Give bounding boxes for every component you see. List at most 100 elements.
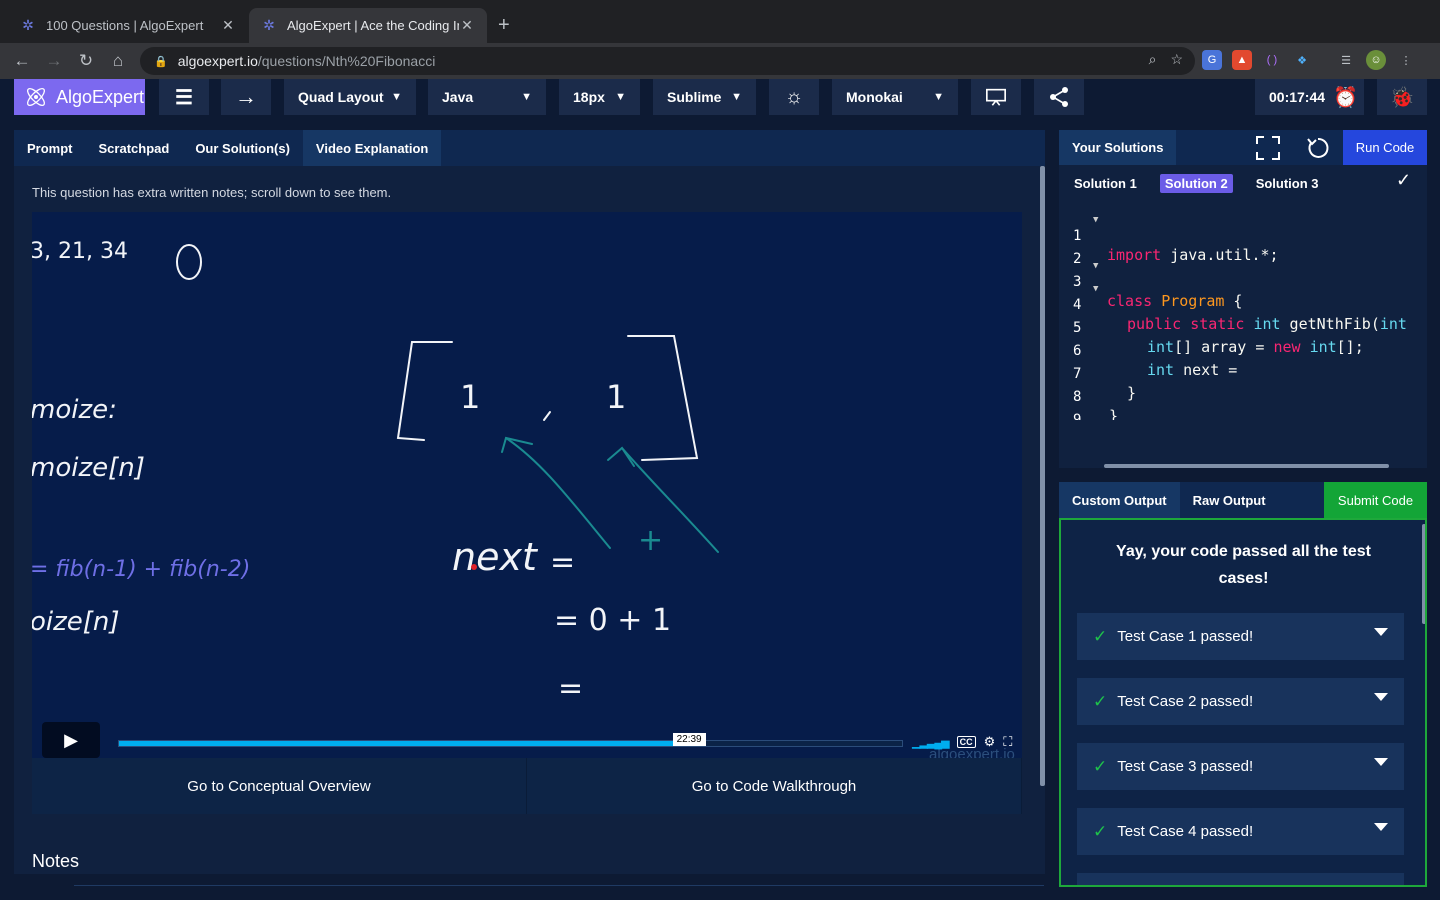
font-size-select[interactable]: 18px ▼: [559, 79, 640, 115]
chevron-down-icon[interactable]: [1374, 823, 1388, 831]
tab-solution-3[interactable]: Solution 3: [1251, 174, 1324, 193]
volume-icon[interactable]: ▁▂▃▄▅: [912, 736, 950, 749]
more-menu-icon[interactable]: ⋮: [1396, 50, 1416, 70]
tab-prompt[interactable]: Prompt: [14, 130, 86, 166]
code-line: 8 }: [1059, 371, 1427, 420]
code-line: 1 ▼ import java.util.*;: [1059, 210, 1427, 264]
reset-icon[interactable]: [1305, 135, 1331, 161]
tab-our-solutions[interactable]: Our Solution(s): [182, 130, 303, 166]
browser-tab-active[interactable]: ✲ AlgoExpert | Ace the Coding In ✕: [249, 8, 487, 43]
solution-tabs: Solution 1 Solution 2 Solution 3: [1069, 174, 1324, 193]
close-tab-icon[interactable]: ✕: [459, 17, 475, 34]
prompt-scrollbar[interactable]: [1040, 166, 1045, 786]
light-mode-button[interactable]: ☼: [769, 79, 819, 115]
fold-arrow-icon[interactable]: ▼: [1093, 215, 1098, 225]
test-case-label: Test Case 2 passed!: [1117, 693, 1254, 710]
code-line: 5 int[] array = new int[];: [1059, 302, 1427, 356]
language-select[interactable]: Java ▼: [428, 79, 546, 115]
close-tab-icon[interactable]: ✕: [220, 17, 236, 34]
play-button[interactable]: ▶: [42, 722, 100, 758]
keybinding-select[interactable]: Sublime ▼: [653, 79, 756, 115]
new-tab-icon[interactable]: +: [498, 14, 510, 37]
tab-solution-2[interactable]: Solution 2: [1159, 174, 1233, 193]
video-player[interactable]: 3, 21, 34 moize: moize[n] oize[n] next =…: [32, 212, 1022, 758]
bookmark-star-icon[interactable]: ☆: [1170, 51, 1183, 68]
run-code-button[interactable]: Run Code: [1343, 130, 1427, 165]
app-header: AlgoExpert ☰ → Quad Layout ▼ Java ▼ 18px ▼ …: [0, 79, 1440, 119]
settings-gear-icon[interactable]: ⚙: [984, 734, 996, 750]
fold-arrow-icon[interactable]: ▼: [1093, 284, 1098, 294]
video-navigation: Go to Conceptual Overview Go to Code Wal…: [32, 758, 1022, 814]
code-line: 7 }: [1059, 348, 1427, 402]
presentation-icon: [986, 88, 1006, 106]
avatar[interactable]: ☺: [1366, 50, 1386, 70]
theme-select[interactable]: Monokai ▼: [832, 79, 958, 115]
arrow-right-icon: →: [235, 84, 257, 109]
check-icon: ✓: [1093, 821, 1108, 841]
check-icon: ✓: [1093, 691, 1108, 711]
keybinding-select-value: Sublime: [667, 89, 722, 105]
test-case-row[interactable]: ✓ Test Case 2 passed!: [1077, 678, 1404, 725]
output-panel: Custom Output Raw Output Submit Code Yay…: [1059, 482, 1427, 887]
test-case-row[interactable]: [1077, 873, 1404, 885]
timer-button[interactable]: 00:17:44 ⏰: [1255, 79, 1364, 115]
extension-icon[interactable]: ▲: [1232, 50, 1252, 70]
chevron-down-icon: ▼: [615, 91, 626, 103]
editor-horizontal-scrollbar[interactable]: [1104, 464, 1389, 468]
tab-solution-1[interactable]: Solution 1: [1069, 174, 1142, 193]
translate-extension-icon[interactable]: G: [1202, 50, 1222, 70]
submit-code-button[interactable]: Submit Code: [1324, 482, 1427, 518]
reload-icon[interactable]: ↻: [74, 49, 98, 73]
test-case-row[interactable]: ✓ Test Case 3 passed!: [1077, 743, 1404, 790]
browser-toolbar: ← → ↻ ⌂ 🔒 algoexpert.io/questions/Nth%20…: [0, 43, 1440, 79]
alarm-clock-icon: ⏰: [1333, 86, 1358, 109]
fullscreen-icon[interactable]: ⛶: [1003, 734, 1012, 750]
tab-raw-output[interactable]: Raw Output: [1180, 482, 1279, 518]
zoom-icon[interactable]: ⌕: [1149, 51, 1157, 68]
checkmark-icon: ✓: [1396, 170, 1412, 190]
whiteboard-button[interactable]: [971, 79, 1021, 115]
output-scrollbar[interactable]: [1422, 524, 1425, 624]
next-question-button[interactable]: →: [221, 79, 271, 115]
play-icon: ▶: [64, 729, 78, 750]
question-list-button[interactable]: ☰: [159, 79, 209, 115]
tab-scratchpad[interactable]: Scratchpad: [86, 130, 183, 166]
test-case-row[interactable]: ✓ Test Case 4 passed!: [1077, 808, 1404, 855]
test-case-label: Test Case 4 passed!: [1117, 823, 1254, 840]
back-icon[interactable]: ←: [10, 49, 34, 73]
chevron-down-icon[interactable]: [1374, 758, 1388, 766]
code-walkthrough-link[interactable]: Go to Code Walkthrough: [527, 758, 1022, 814]
line-number: 9: [1073, 412, 1082, 420]
share-button[interactable]: [1034, 79, 1084, 115]
board-text-fib: = fib(n-1) + fib(n-2): [32, 557, 250, 582]
report-bug-button[interactable]: 🐞: [1377, 79, 1427, 115]
test-case-row[interactable]: ✓ Test Case 1 passed!: [1077, 613, 1404, 660]
layout-select[interactable]: Quad Layout ▼: [284, 79, 416, 115]
reading-list-icon[interactable]: ☰: [1336, 50, 1356, 70]
address-bar[interactable]: 🔒 algoexpert.io/questions/Nth%20Fibonacc…: [140, 47, 1195, 75]
tab-video-explanation[interactable]: Video Explanation: [302, 130, 442, 166]
tab-custom-output[interactable]: Custom Output: [1059, 482, 1180, 518]
browser-tab-questions[interactable]: ✲ 100 Questions | AlgoExpert ✕: [8, 8, 248, 43]
test-results: Yay, your code passed all the test cases…: [1059, 518, 1427, 887]
home-icon[interactable]: ⌂: [106, 49, 130, 73]
browser-tabstrip: ✲ 100 Questions | AlgoExpert ✕ ✲ AlgoExp…: [0, 0, 1440, 43]
expand-icon[interactable]: [1255, 135, 1281, 161]
board-text-plus: +: [638, 523, 663, 558]
forward-icon[interactable]: →: [42, 49, 66, 73]
check-icon: ✓: [1093, 626, 1108, 646]
fold-arrow-icon[interactable]: ▼: [1093, 261, 1098, 271]
chevron-down-icon[interactable]: [1374, 628, 1388, 636]
brand-logo[interactable]: AlgoExpert: [14, 79, 145, 115]
extension-icon[interactable]: ( ): [1262, 50, 1282, 70]
board-text-eq2: = 0 + 1: [554, 603, 671, 638]
your-solutions-tab[interactable]: Your Solutions: [1059, 130, 1177, 165]
code-editor[interactable]: 1 ▼ import java.util.*; 2 3 ▼ class Progra…: [1059, 210, 1427, 420]
closed-captions-icon[interactable]: CC: [956, 736, 976, 748]
layout-select-value: Quad Layout: [298, 89, 384, 105]
video-controls: ▶ 22:39 ▁▂▃▄▅ CC ⚙ ⛶: [32, 722, 1022, 758]
chevron-down-icon[interactable]: [1374, 693, 1388, 701]
video-progress-bar[interactable]: 22:39: [118, 733, 903, 747]
extension-icon[interactable]: ❖: [1292, 50, 1312, 70]
conceptual-overview-link[interactable]: Go to Conceptual Overview: [32, 758, 527, 814]
